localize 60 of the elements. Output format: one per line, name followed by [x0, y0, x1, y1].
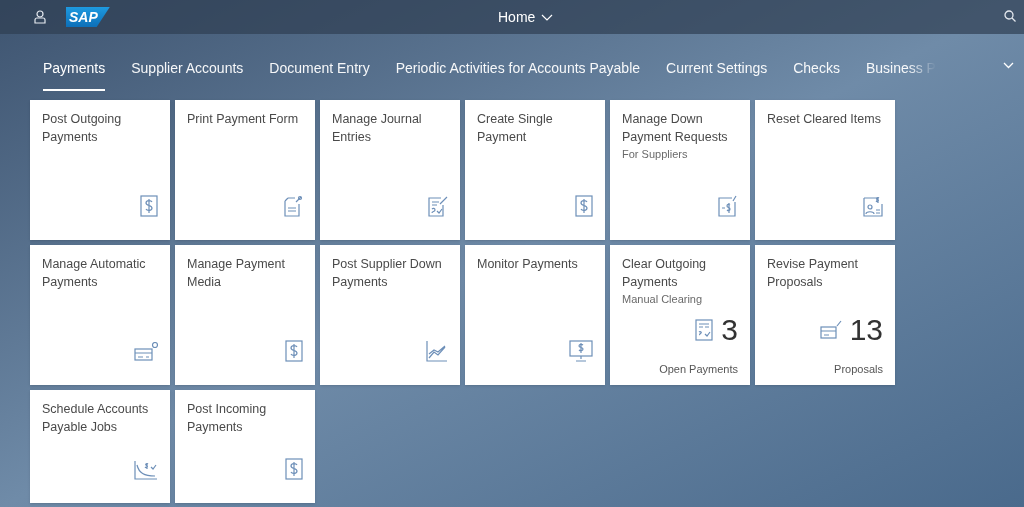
tile-title: Create Single Payment	[477, 111, 554, 146]
tile-title: Post Outgoing Payments	[42, 111, 123, 146]
tab[interactable]: Periodic Activities for Accounts Payable	[395, 58, 641, 91]
app-tile[interactable]: Revise Payment Proposals 13 Proposals	[755, 245, 895, 385]
chevron-down-icon[interactable]	[1003, 62, 1014, 69]
dollar-form-icon	[718, 195, 738, 217]
tile-title: Clear Outgoing Payments	[622, 256, 708, 291]
tile-subtitle: Manual Clearing	[622, 292, 704, 307]
app-tile[interactable]: Schedule Accounts Payable Jobs	[30, 390, 170, 503]
app-tile[interactable]: Reset Cleared Items	[755, 100, 895, 240]
tile-title: Schedule Accounts Payable Jobs	[42, 401, 150, 436]
dollar-document-icon	[140, 195, 158, 217]
search-icon[interactable]	[1004, 10, 1016, 22]
invoice-check-icon	[695, 319, 714, 341]
person-dollar-card-icon	[863, 195, 883, 217]
tile-title: Post Incoming Payments	[187, 401, 268, 436]
app-tile[interactable]: Monitor Payments	[465, 245, 605, 385]
app-tile[interactable]: Post Supplier Down Payments	[320, 245, 460, 385]
journal-edit-icon	[428, 195, 448, 217]
app-tile[interactable]: Post Outgoing Payments	[30, 100, 170, 240]
app-tile[interactable]: Manage Automatic Payments	[30, 245, 170, 385]
tile-title: Manage Journal Entries	[332, 111, 423, 146]
line-chart-icon	[426, 340, 448, 362]
app-tile[interactable]: Manage Journal Entries	[320, 100, 460, 240]
tile-title: Post Supplier Down Payments	[332, 256, 443, 291]
app-tile[interactable]: Manage Payment Media	[175, 245, 315, 385]
dollar-document-icon	[575, 195, 593, 217]
kpi-number: 3	[721, 314, 738, 346]
curve-dollar-chart-icon	[134, 460, 158, 480]
tile-title: Revise Payment Proposals	[767, 256, 859, 291]
sap-logo: SAP	[66, 7, 110, 27]
tab[interactable]: Current Settings	[666, 58, 768, 91]
app-tile[interactable]: Clear Outgoing Payments Manual Clearing 3 Open Payments	[610, 245, 750, 385]
app-tile[interactable]: Manage Down Payment Requests For Suppliers	[610, 100, 750, 240]
monitor-dollar-icon	[569, 340, 593, 362]
tile-title: Manage Payment Media	[187, 256, 286, 291]
kpi-number: 13	[849, 314, 883, 346]
dollar-document-icon	[285, 458, 303, 480]
tile-title: Monitor Payments	[477, 256, 579, 273]
card-clock-icon	[134, 342, 158, 362]
app-tile[interactable]: Print Payment Form	[175, 100, 315, 240]
form-document-icon	[283, 195, 303, 217]
app-tile[interactable]: Create Single Payment	[465, 100, 605, 240]
chevron-down-icon	[541, 13, 554, 22]
dollar-document-icon	[285, 340, 303, 362]
tab[interactable]: Checks	[793, 58, 840, 91]
tile-footer: Open Payments	[622, 362, 738, 376]
user-icon[interactable]	[34, 10, 46, 24]
card-edit-icon	[819, 320, 842, 340]
tile-title: Manage Down Payment Requests	[622, 111, 729, 146]
home-menu[interactable]: Home	[498, 7, 554, 28]
tab[interactable]: Supplier Accounts	[131, 58, 244, 91]
tile-footer: Proposals	[767, 362, 883, 376]
tile-title: Reset Cleared Items	[767, 111, 882, 128]
tab[interactable]: Document Entry	[269, 58, 370, 91]
app-tile[interactable]: Post Incoming Payments	[175, 390, 315, 503]
tile-title: Manage Automatic Payments	[42, 256, 147, 291]
tile-subtitle: For Suppliers	[622, 147, 689, 162]
tab[interactable]: Payments	[43, 58, 106, 91]
tile-title: Print Payment Form	[187, 111, 300, 128]
